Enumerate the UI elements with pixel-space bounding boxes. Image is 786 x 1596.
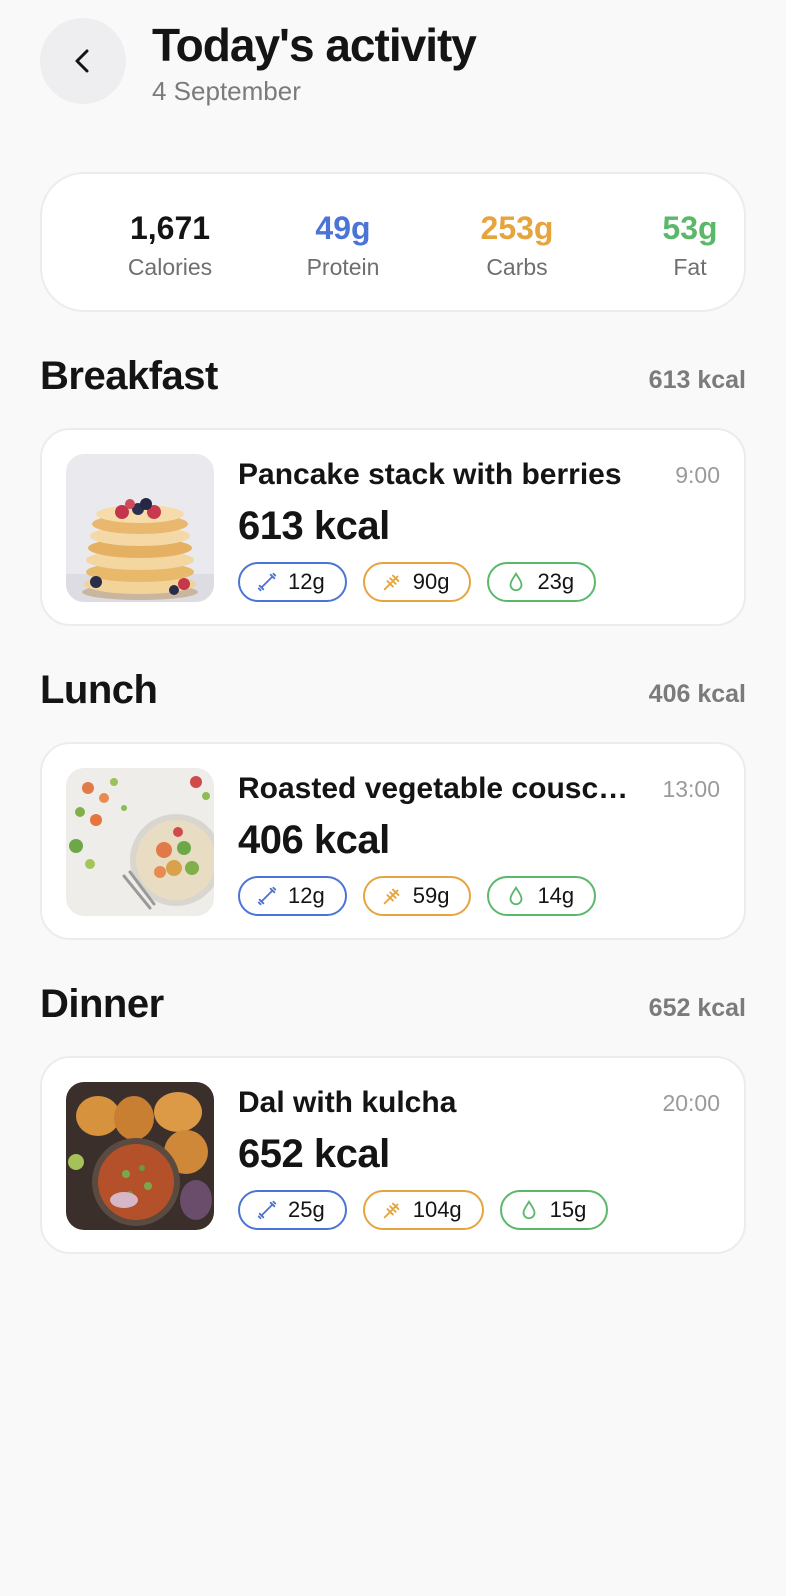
drop-icon xyxy=(522,1199,536,1220)
protein-chip: 12g xyxy=(238,876,347,916)
back-button[interactable] xyxy=(40,18,126,104)
page-date: 4 September xyxy=(152,76,301,106)
meal-name: Dal with kulcha xyxy=(238,1086,457,1119)
carbs-chip-value: 59g xyxy=(412,883,450,908)
meal-kcal: 613 kcal xyxy=(238,504,390,548)
fat-value: 53g xyxy=(662,210,718,246)
macro-chips: 25g 104g 15g xyxy=(238,1190,609,1230)
carbs-stat: 253g Carbs xyxy=(427,174,607,314)
page-title: Today's activity xyxy=(152,19,477,71)
protein-chip-value: 12g xyxy=(288,569,325,594)
dumbbell-icon xyxy=(257,572,277,592)
section-kcal-lunch: 406 kcal xyxy=(648,680,746,708)
protein-chip-value: 12g xyxy=(288,883,325,908)
meal-kcal: 406 kcal xyxy=(238,818,390,862)
drop-icon xyxy=(510,885,523,906)
carbs-chip: 59g xyxy=(362,876,472,916)
pancake-image xyxy=(66,454,214,602)
fat-chip: 15g xyxy=(499,1190,609,1230)
section-title-lunch: Lunch xyxy=(40,668,158,712)
fat-chip: 14g xyxy=(487,876,597,916)
meal-time: 9:00 xyxy=(675,462,720,488)
carbs-value: 253g xyxy=(480,210,554,246)
wheat-icon xyxy=(383,574,400,591)
protein-chip: 12g xyxy=(238,562,347,602)
protein-chip-value: 25g xyxy=(288,1197,325,1222)
fat-label: Fat xyxy=(673,254,707,280)
fat-chip-value: 23g xyxy=(537,569,575,594)
carbs-chip-value: 104g xyxy=(412,1197,462,1222)
section-kcal-dinner: 652 kcal xyxy=(648,994,746,1022)
meal-photo-pancakes xyxy=(66,454,214,602)
carbs-chip: 104g xyxy=(362,1190,484,1230)
section-kcal-breakfast: 613 kcal xyxy=(648,366,746,394)
macro-chips: 12g 90g 23g xyxy=(238,562,597,602)
chevron-left-icon xyxy=(75,49,89,73)
meal-card-breakfast[interactable]: Pancake stack with berries 9:00 613 kcal… xyxy=(40,428,746,626)
dumbbell-icon xyxy=(257,886,277,906)
fat-chip-value: 15g xyxy=(549,1197,587,1222)
wheat-icon xyxy=(383,888,400,905)
meal-time: 20:00 xyxy=(662,1090,720,1116)
calories-value: 1,671 xyxy=(129,210,211,246)
calories-label: Calories xyxy=(127,254,213,280)
dumbbell-icon xyxy=(257,1200,277,1220)
meal-card-lunch[interactable]: Roasted vegetable couscous 13:00 406 kca… xyxy=(40,742,746,940)
meal-time: 13:00 xyxy=(662,776,720,802)
carbs-chip-value: 90g xyxy=(412,569,450,594)
meal-photo-dal xyxy=(66,1082,214,1230)
section-title-dinner: Dinner xyxy=(40,982,164,1026)
meal-name: Pancake stack with berries xyxy=(238,458,622,491)
wheat-icon xyxy=(383,1202,400,1219)
fat-stat: 53g Fat xyxy=(600,174,780,314)
meal-kcal: 652 kcal xyxy=(238,1132,390,1176)
protein-stat: 49g Protein xyxy=(253,174,433,314)
macro-chips: 12g 59g 14g xyxy=(238,876,597,916)
carbs-chip: 90g xyxy=(362,562,472,602)
protein-label: Protein xyxy=(306,254,380,280)
drop-icon xyxy=(510,571,523,592)
meal-name: Roasted vegetable couscous xyxy=(238,772,638,805)
protein-chip: 25g xyxy=(238,1190,347,1230)
fat-chip: 23g xyxy=(487,562,597,602)
section-title-breakfast: Breakfast xyxy=(40,354,218,398)
header: Today's activity 4 September xyxy=(0,0,786,130)
carbs-label: Carbs xyxy=(486,254,548,280)
meal-photo-couscous xyxy=(66,768,214,916)
meal-card-dinner[interactable]: Dal with kulcha 20:00 652 kcal 25g 104g … xyxy=(40,1056,746,1254)
couscous-image xyxy=(66,768,214,916)
protein-value: 49g xyxy=(315,210,371,246)
daily-summary-card: 1,671 Calories 49g Protein 253g Carbs 53… xyxy=(40,172,746,312)
fat-chip-value: 14g xyxy=(537,883,575,908)
calories-stat: 1,671 Calories xyxy=(80,174,260,314)
dal-image xyxy=(66,1082,214,1230)
